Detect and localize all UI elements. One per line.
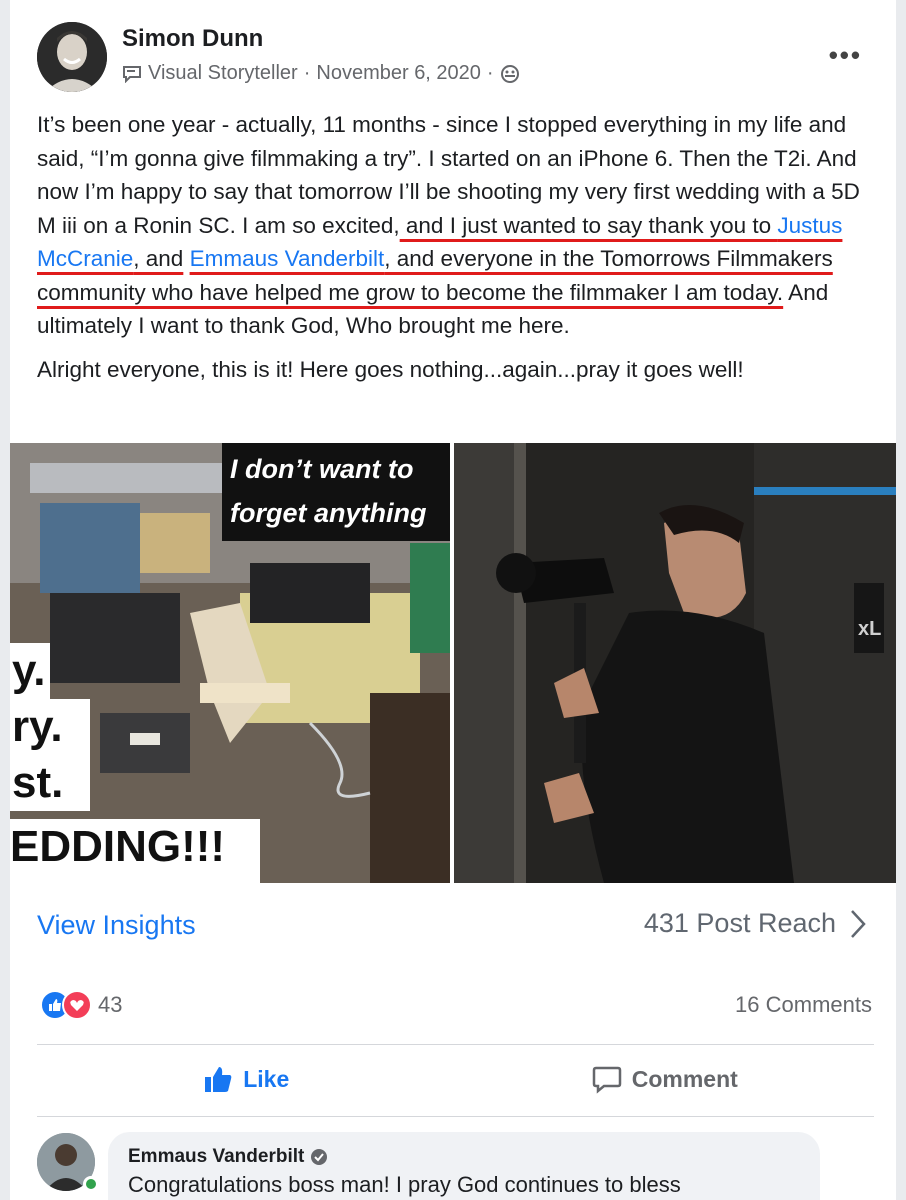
comments-count[interactable]: 16 Comments — [735, 992, 872, 1018]
comment-text: Congratulations boss man! I pray God con… — [128, 1172, 681, 1197]
comment-icon — [592, 1066, 621, 1094]
comment-label: Comment — [631, 1065, 738, 1092]
divider — [37, 1116, 874, 1117]
post-photo-right[interactable]: xL — [454, 443, 896, 883]
big-text-line-1: y. — [10, 643, 50, 699]
verified-badge-icon — [311, 1149, 328, 1165]
meta-separator: · — [303, 62, 311, 84]
like-button[interactable]: Like — [37, 1046, 456, 1112]
post-reach[interactable]: 431 Post Reach — [644, 908, 866, 939]
post-card: Simon Dunn Visual Storyteller · November… — [10, 0, 896, 1200]
post-paragraph-2: Alright everyone, this is it! Here goes … — [37, 356, 744, 382]
more-options-button[interactable]: ••• — [829, 40, 862, 71]
underlined-text: , and — [133, 246, 184, 271]
speech-bubble-icon — [123, 65, 141, 83]
post-date[interactable]: November 6, 2020 — [316, 62, 481, 85]
elevator-sign: xL — [858, 618, 881, 640]
commenter-name-text: Emmaus Vanderbilt — [128, 1146, 305, 1167]
thumbs-up-icon — [205, 1067, 232, 1092]
post-reach-text: 431 Post Reach — [643, 908, 836, 938]
post-actions: Like Comment — [37, 1046, 874, 1112]
author-avatar[interactable] — [37, 22, 107, 92]
reaction-count: 43 — [98, 992, 123, 1017]
comment-button[interactable]: Comment — [456, 1046, 875, 1112]
view-insights-link[interactable]: View Insights — [37, 910, 196, 941]
post-text: It’s been one year - actually, 11 months… — [37, 108, 877, 386]
online-status-indicator — [83, 1176, 99, 1192]
overlay-line-1: I don’t want to — [230, 454, 414, 484]
author-role[interactable]: Visual Storyteller — [148, 62, 298, 85]
underlined-text: and I just wanted to say thank you to — [399, 212, 778, 238]
post-meta: Visual Storyteller · November 6, 2020 · — [122, 62, 520, 85]
filmmaker-illustration: xL — [454, 443, 896, 883]
big-text-line-4: EDDING!!! — [10, 819, 260, 883]
author-name[interactable]: Simon Dunn — [122, 25, 263, 53]
comment-bubble: Emmaus Vanderbilt Congratulations boss m… — [108, 1132, 820, 1200]
love-reaction-icon — [62, 990, 92, 1020]
reactions-summary[interactable]: 43 — [40, 990, 122, 1020]
like-label: Like — [243, 1065, 290, 1092]
chevron-right-icon — [851, 909, 866, 938]
image-caption-overlay: I don’t want to forget anything — [222, 443, 450, 541]
big-text-line-2: ry. — [10, 699, 90, 755]
audience-icon[interactable] — [500, 64, 520, 84]
overlay-line-2: forget anything — [230, 498, 427, 528]
meta-separator: · — [486, 62, 494, 84]
divider — [37, 1044, 874, 1045]
post-paragraph-1: It’s been one year - actually, 11 months… — [37, 108, 877, 343]
commenter-name[interactable]: Emmaus Vanderbilt — [128, 1146, 800, 1168]
mention-emmaus[interactable]: Emmaus Vanderbilt — [190, 246, 385, 271]
big-text-line-3: st. — [10, 755, 90, 811]
post-photo-left[interactable]: I don’t want to forget anything y. ry. s… — [10, 443, 450, 883]
